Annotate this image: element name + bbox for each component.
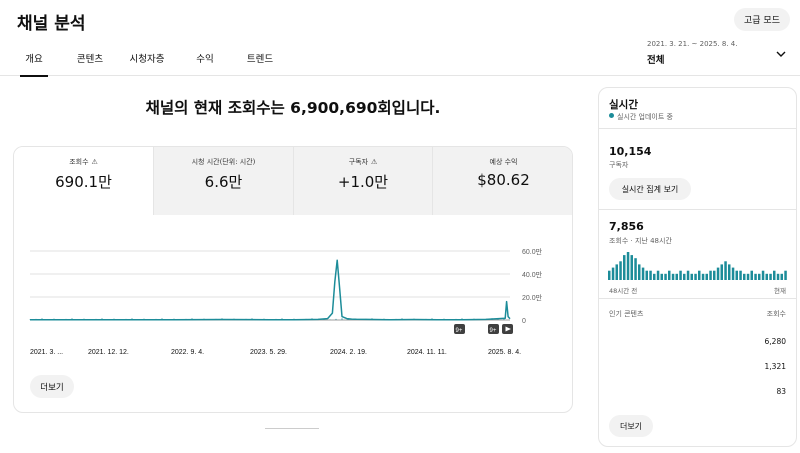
- divider: [599, 298, 796, 299]
- realtime-bar-chart: [608, 252, 787, 280]
- realtime-bar: [739, 270, 742, 280]
- realtime-bar: [746, 273, 750, 280]
- realtime-bar: [743, 273, 746, 280]
- divider: [599, 128, 796, 129]
- tab-trends[interactable]: 트렌드: [242, 47, 278, 76]
- realtime-bar: [686, 270, 690, 280]
- realtime-aggregate-button[interactable]: 실시간 집계 보기: [609, 178, 691, 200]
- realtime-bar: [664, 273, 667, 280]
- realtime-bar: [694, 273, 697, 280]
- realtime-bar: [716, 267, 720, 280]
- realtime-bar: [671, 273, 675, 280]
- realtime-bar: [724, 261, 727, 280]
- realtime-bar: [634, 258, 637, 280]
- realtime-bar: [679, 270, 682, 280]
- x-tick-label: 2024. 2. 19.: [330, 349, 367, 356]
- headline: 채널의 현재 조회수는 6,900,690회입니다.: [145, 99, 441, 117]
- realtime-bar: [611, 267, 615, 280]
- realtime-axis-start: 48시간 전: [609, 287, 638, 295]
- realtime-bar: [690, 273, 693, 280]
- realtime-bar: [641, 267, 645, 280]
- x-tick-label: 2023. 5. 29.: [250, 349, 287, 356]
- top-bar: 채널 분석 고급 모드 개요 콘텐츠 시청자층 수익 트렌드 2021. 3. …: [0, 0, 800, 77]
- y-tick-label: 60.0만: [522, 247, 543, 256]
- content-row-views: 6,280: [764, 337, 786, 346]
- realtime-bar: [615, 264, 618, 280]
- realtime-subscribers-label: 구독자: [609, 161, 629, 169]
- realtime-subscribers-value: 10,154: [609, 145, 652, 158]
- annotation-marker-label: 9+: [490, 328, 497, 334]
- realtime-title: 실시간: [609, 99, 638, 111]
- realtime-bar: [780, 273, 783, 280]
- top-content-header: 인기 콘텐츠: [609, 310, 644, 318]
- realtime-bar: [769, 273, 772, 280]
- x-tick-label: 2021. 3. ...: [30, 349, 63, 356]
- realtime-bar: [701, 273, 705, 280]
- realtime-bar: [720, 264, 723, 280]
- date-range-label[interactable]: 전체: [647, 52, 664, 66]
- realtime-bar: [776, 273, 780, 280]
- tab-overview[interactable]: 개요: [18, 47, 50, 77]
- more-button[interactable]: 더보기: [30, 375, 74, 398]
- y-tick-label: 0: [522, 318, 526, 325]
- content-row-views: 1,321: [764, 362, 786, 371]
- views-line-chart: 60.0만 40.0만 20.0만 0 2021. 3. ... 2021. 12. 12…: [29, 247, 543, 356]
- realtime-bar: [668, 270, 671, 280]
- realtime-more-button[interactable]: 더보기: [609, 415, 653, 437]
- realtime-bar: [735, 270, 738, 280]
- realtime-views-label: 조회수 · 지난 48시간: [609, 237, 672, 245]
- page-title: 채널 분석: [17, 14, 86, 34]
- realtime-bar: [709, 270, 712, 280]
- realtime-bar: [758, 273, 761, 280]
- realtime-bar: [750, 270, 753, 280]
- realtime-bar: [754, 273, 757, 280]
- advanced-mode-button[interactable]: 고급 모드: [734, 8, 790, 31]
- divider: [599, 209, 796, 210]
- realtime-card: 실시간 실시간 업데이트 중 10,154 구독자 실시간 집계 보기 7,85…: [598, 87, 797, 447]
- realtime-bar: [645, 270, 648, 280]
- realtime-bar: [784, 270, 787, 280]
- realtime-bar: [656, 270, 660, 280]
- realtime-views-value: 7,856: [609, 220, 644, 233]
- realtime-bar: [713, 270, 716, 280]
- live-dot-icon: [609, 113, 614, 118]
- x-tick-label: 2022. 9. 4.: [171, 349, 204, 356]
- realtime-bar: [638, 264, 641, 280]
- realtime-bar: [653, 273, 656, 280]
- realtime-bar: [623, 255, 626, 280]
- x-tick-label: 2024. 11. 11.: [407, 349, 447, 356]
- realtime-axis-end: 현재: [774, 287, 786, 295]
- realtime-bar: [649, 270, 652, 280]
- overview-chart-card: 조회수 ⚠ 690.1만 시청 시간(단위: 시간) 6.6만 구독자 ⚠ +1.0…: [13, 146, 573, 413]
- realtime-bar: [619, 261, 622, 280]
- realtime-bar: [698, 270, 701, 280]
- scroll-indicator: [265, 428, 319, 429]
- x-tick-label: 2021. 12. 12.: [88, 349, 129, 356]
- y-tick-label: 20.0만: [522, 293, 543, 302]
- date-range-text[interactable]: 2021. 3. 21. ~ 2025. 8. 4.: [647, 40, 737, 48]
- annotation-marker-label: 9+: [456, 328, 463, 334]
- views-series-line: [29, 259, 511, 321]
- tab-revenue[interactable]: 수익: [191, 47, 219, 76]
- tab-audience[interactable]: 시청자층: [125, 47, 169, 76]
- top-content-views-header: 조회수: [766, 310, 786, 318]
- content-row-views: 83: [776, 387, 786, 396]
- realtime-bar: [675, 273, 678, 280]
- chevron-down-icon[interactable]: [774, 47, 788, 61]
- realtime-bar: [765, 273, 768, 280]
- realtime-bar: [705, 273, 708, 280]
- realtime-bar: [731, 267, 735, 280]
- tab-content[interactable]: 콘텐츠: [70, 47, 110, 76]
- realtime-bar: [683, 273, 686, 280]
- live-status: 실시간 업데이트 중: [617, 113, 673, 121]
- x-tick-label: 2025. 8. 4.: [488, 349, 521, 356]
- realtime-bar: [608, 270, 611, 280]
- realtime-bar: [728, 264, 731, 280]
- realtime-bar: [761, 270, 765, 280]
- realtime-bar: [626, 252, 630, 280]
- realtime-bar: [660, 273, 663, 280]
- y-tick-label: 40.0만: [522, 270, 543, 279]
- realtime-bar: [630, 255, 633, 280]
- realtime-bar: [773, 270, 776, 280]
